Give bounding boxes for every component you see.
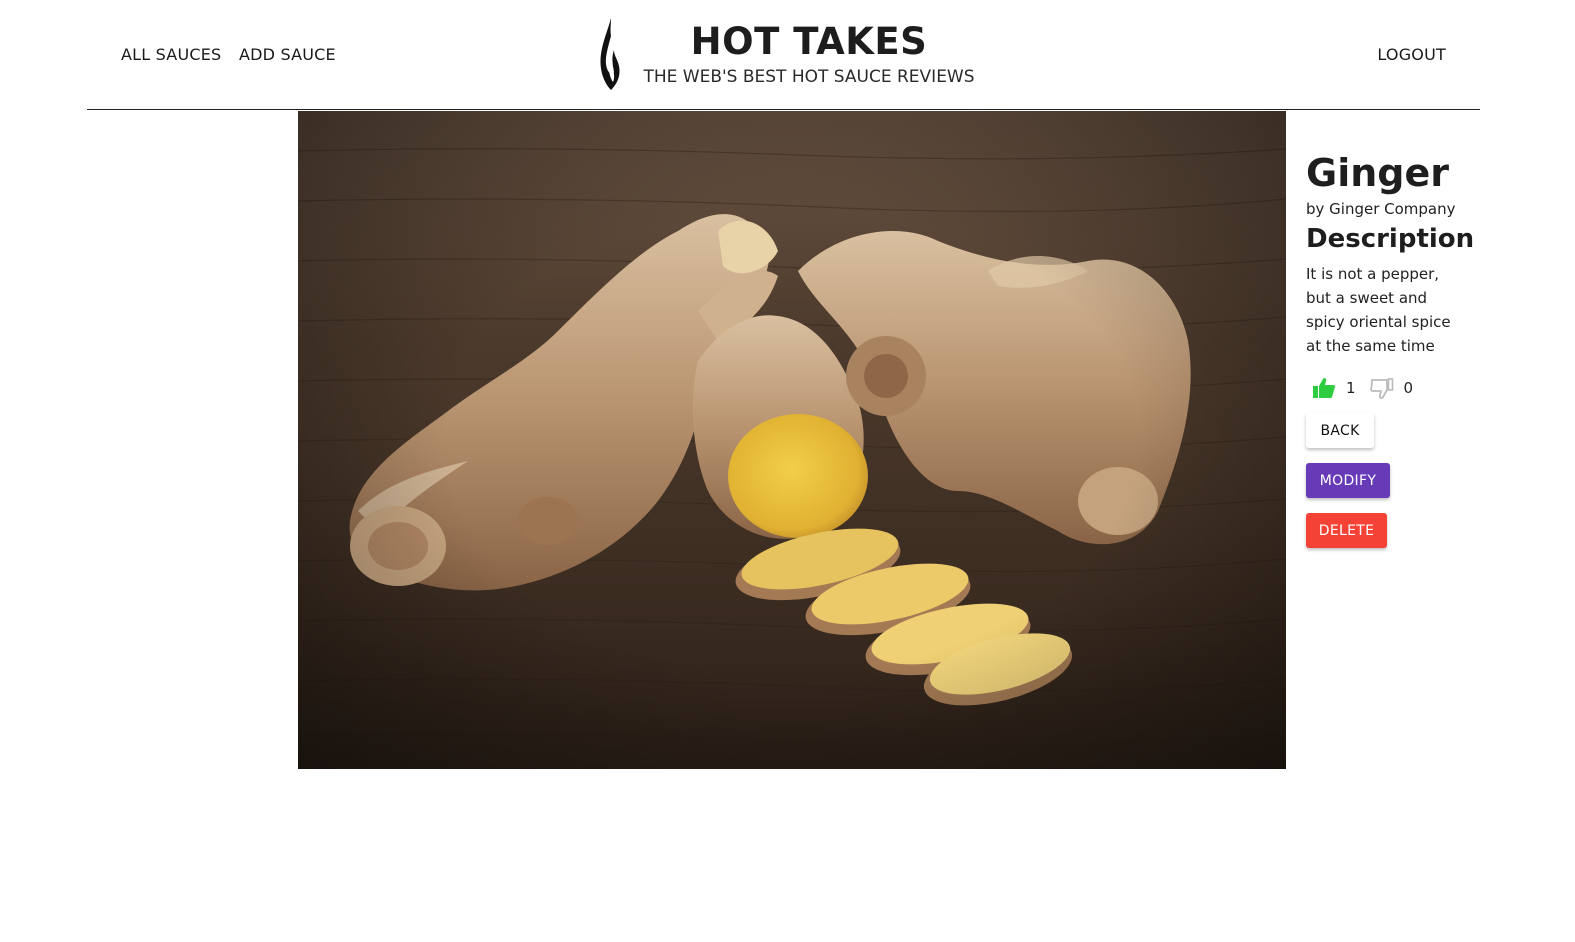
sauce-description: It is not a pepper, but a sweet and spic… xyxy=(1306,265,1451,355)
thumbs-up-icon[interactable] xyxy=(1312,376,1336,400)
site-header: ALL SAUCES ADD SAUCE HOT TAKES THE WEB'S… xyxy=(87,0,1480,110)
back-button[interactable]: BACK xyxy=(1306,413,1374,448)
dislikes-count: 0 xyxy=(1403,379,1414,397)
delete-button[interactable]: DELETE xyxy=(1306,513,1387,548)
nav-add-sauce[interactable]: ADD SAUCE xyxy=(239,45,336,64)
likes-count: 1 xyxy=(1346,379,1356,397)
likes-row: 1 0 xyxy=(1312,374,1427,402)
sauce-name: Ginger xyxy=(1306,151,1449,195)
sauce-details: Ginger by Ginger Company Description It … xyxy=(1306,150,1568,548)
nav-all-sauces[interactable]: ALL SAUCES xyxy=(121,45,221,64)
site-subtitle: THE WEB'S BEST HOT SAUCE REVIEWS xyxy=(643,67,975,87)
sauce-image xyxy=(298,111,1286,769)
thumbs-down-icon[interactable] xyxy=(1369,376,1394,400)
modify-button[interactable]: MODIFY xyxy=(1306,463,1390,498)
logout-link[interactable]: LOGOUT xyxy=(1377,45,1446,64)
description-heading: Description xyxy=(1306,224,1475,254)
site-title: HOT TAKES xyxy=(690,20,928,63)
flame-icon xyxy=(597,16,623,92)
sauce-manufacturer: by Ginger Company xyxy=(1306,200,1456,218)
